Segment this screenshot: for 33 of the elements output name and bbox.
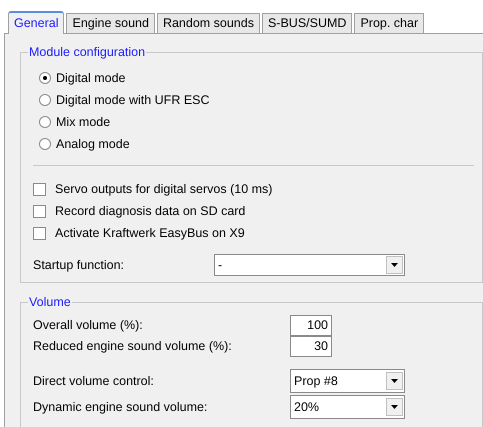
input-field[interactable]: 30: [290, 336, 332, 357]
checkbox[interactable]: [33, 204, 46, 218]
radio-label: Analog mode: [56, 136, 130, 153]
tab[interactable]: General: [8, 11, 64, 34]
field-label: Dynamic engine sound volume:: [33, 399, 208, 416]
field-label: Reduced engine sound volume (%):: [33, 338, 233, 356]
field-label: Startup function:: [33, 256, 126, 274]
radio-button[interactable]: [39, 72, 51, 84]
field-label: Direct volume control:: [33, 373, 155, 390]
group-title: Module configuration: [28, 44, 146, 60]
dropdown-value: Prop #8: [294, 372, 338, 390]
radio-label: Mix mode: [56, 114, 110, 131]
radio-button[interactable]: [39, 116, 51, 128]
dropdown[interactable]: -: [214, 254, 405, 276]
radio-button[interactable]: [39, 94, 51, 106]
dropdown-value: 20%: [294, 398, 320, 416]
field-label: Overall volume (%):: [33, 317, 144, 334]
input-field[interactable]: 100: [290, 315, 332, 336]
tab[interactable]: Engine sound: [66, 13, 155, 33]
dropdown-value: -: [218, 256, 222, 274]
tab[interactable]: S-BUS/SUMD: [262, 13, 352, 33]
radio-label: Digital mode with UFR ESC: [56, 92, 210, 109]
checkbox-label: Record diagnosis data on SD card: [55, 202, 246, 220]
checkbox[interactable]: [33, 226, 46, 240]
checkbox[interactable]: [33, 182, 46, 196]
checkbox-label: Servo outputs for digital servos (10 ms): [55, 180, 272, 198]
checkbox-label: Activate Kraftwerk EasyBus on X9: [55, 224, 245, 242]
dropdown[interactable]: Prop #8: [290, 369, 405, 393]
radio-button[interactable]: [39, 138, 51, 150]
tab[interactable]: Prop. char: [354, 13, 424, 33]
tab[interactable]: Random sounds: [156, 13, 260, 33]
radio-label: Digital mode: [56, 70, 126, 87]
dropdown[interactable]: 20%: [290, 395, 405, 419]
